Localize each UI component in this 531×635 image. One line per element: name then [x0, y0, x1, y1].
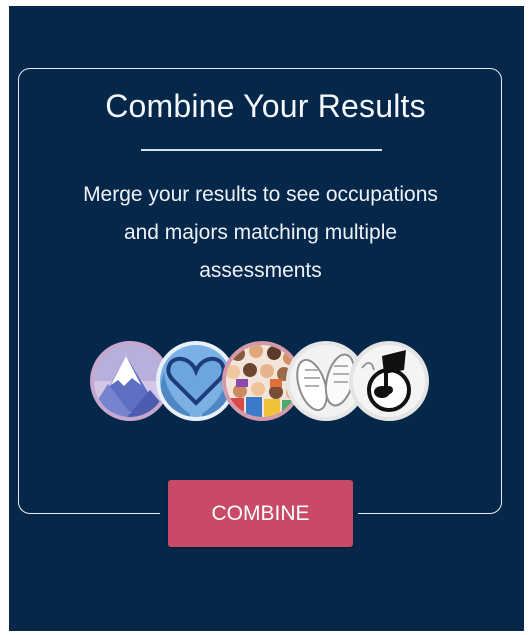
card-description: Merge your results to see occupations an…: [83, 183, 438, 282]
card-title: Combine Your Results: [105, 88, 426, 124]
music-note-icon[interactable]: [349, 341, 429, 421]
combine-card: [18, 68, 502, 514]
combine-button[interactable]: COMBINE: [168, 480, 353, 547]
title-divider: [141, 149, 382, 151]
